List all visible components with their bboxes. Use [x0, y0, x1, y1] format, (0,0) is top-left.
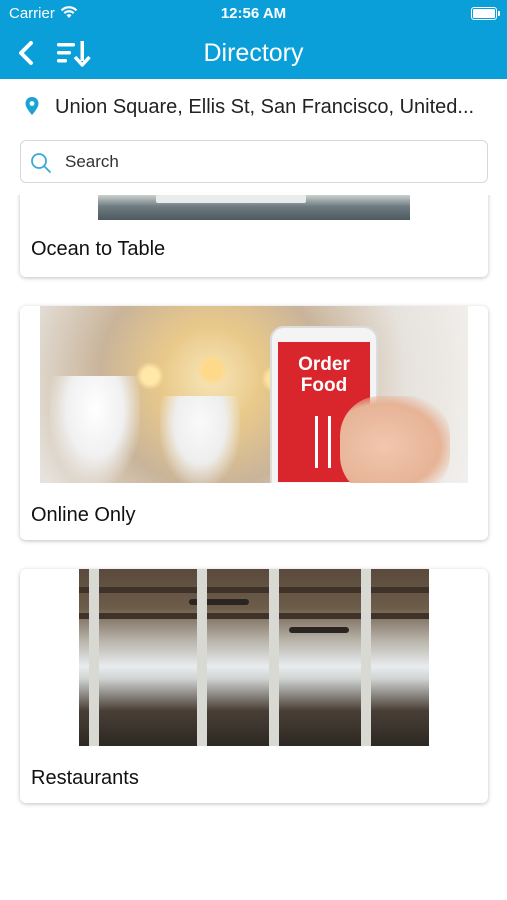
- location-text: Union Square, Ellis St, San Francisco, U…: [55, 96, 475, 118]
- location-row[interactable]: Union Square, Ellis St, San Francisco, U…: [0, 79, 507, 135]
- page-title: Directory: [203, 39, 304, 67]
- category-image: Order Food: [40, 306, 468, 483]
- directory-card-online-only[interactable]: Order Food Online Only: [20, 306, 488, 540]
- status-bar: Carrier 12:56 AM: [0, 0, 507, 28]
- location-pin-icon: [25, 97, 39, 115]
- card-label: Online Only: [31, 504, 136, 526]
- directory-card-restaurants[interactable]: Restaurants: [20, 569, 488, 803]
- image-caption: Order Food: [298, 354, 350, 396]
- battery-icon: [471, 7, 500, 20]
- search-input[interactable]: [65, 149, 465, 175]
- navigation-bar: Directory: [0, 28, 507, 79]
- directory-list[interactable]: Ocean to Table Order Food Online Only Re…: [0, 195, 507, 900]
- search-bar[interactable]: [20, 140, 488, 183]
- directory-card-ocean-to-table[interactable]: Ocean to Table: [20, 195, 488, 277]
- card-label: Ocean to Table: [31, 238, 166, 260]
- search-icon: [30, 152, 52, 174]
- category-image: [79, 569, 429, 746]
- status-time: 12:56 AM: [220, 5, 287, 22]
- category-image: [98, 195, 410, 220]
- card-label: Restaurants: [31, 767, 139, 789]
